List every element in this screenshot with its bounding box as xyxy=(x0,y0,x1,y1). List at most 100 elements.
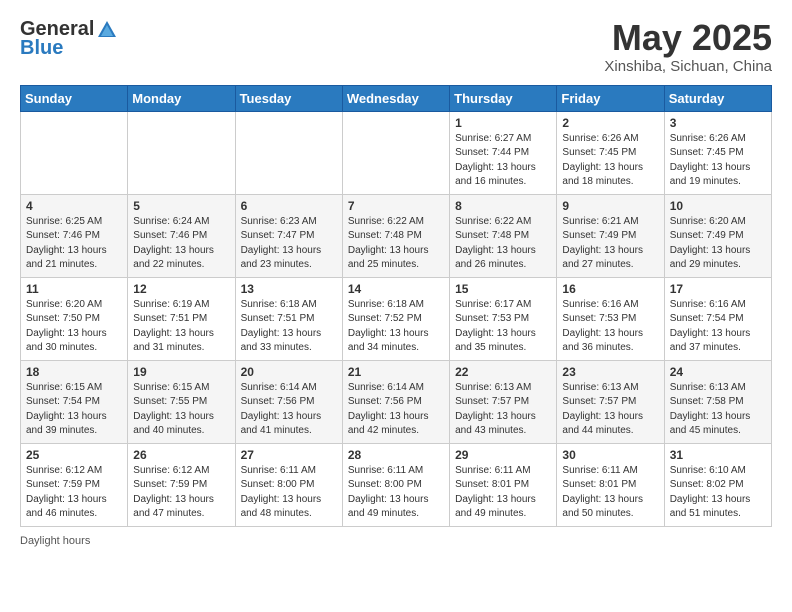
page: General Blue May 2025 Xinshiba, Sichuan,… xyxy=(0,0,792,612)
weekday-sunday: Sunday xyxy=(21,85,128,111)
day-info: Sunrise: 6:26 AM Sunset: 7:45 PM Dayligh… xyxy=(562,132,658,190)
day-info: Sunrise: 6:10 AM Sunset: 8:02 PM Dayligh… xyxy=(670,464,766,522)
day-number: 26 xyxy=(133,448,229,462)
day-info: Sunrise: 6:22 AM Sunset: 7:48 PM Dayligh… xyxy=(348,215,444,273)
day-info: Sunrise: 6:13 AM Sunset: 7:57 PM Dayligh… xyxy=(562,381,658,439)
day-number: 10 xyxy=(670,199,766,213)
day-number: 14 xyxy=(348,282,444,296)
calendar-week-5: 25 Sunrise: 6:12 AM Sunset: 7:59 PM Dayli… xyxy=(21,443,772,526)
calendar-cell: 6 Sunrise: 6:23 AM Sunset: 7:47 PM Daylig… xyxy=(235,194,342,277)
day-number: 27 xyxy=(241,448,337,462)
day-info: Sunrise: 6:25 AM Sunset: 7:46 PM Dayligh… xyxy=(26,215,122,273)
day-number: 4 xyxy=(26,199,122,213)
calendar-cell xyxy=(21,111,128,194)
day-number: 3 xyxy=(670,116,766,130)
day-number: 16 xyxy=(562,282,658,296)
day-number: 23 xyxy=(562,365,658,379)
calendar-cell: 22Sunrise: 6:13 AM Sunset: 7:57 PM Dayli… xyxy=(450,360,557,443)
day-info: Sunrise: 6:12 AM Sunset: 7:59 PM Dayligh… xyxy=(133,464,229,522)
weekday-tuesday: Tuesday xyxy=(235,85,342,111)
day-number: 30 xyxy=(562,448,658,462)
day-info: Sunrise: 6:20 AM Sunset: 7:50 PM Dayligh… xyxy=(26,298,122,356)
daylight-label: Daylight hours xyxy=(20,535,90,547)
calendar-week-3: 11 Sunrise: 6:20 AM Sunset: 7:50 PM Dayli… xyxy=(21,277,772,360)
day-number: 5 xyxy=(133,199,229,213)
weekday-friday: Friday xyxy=(557,85,664,111)
calendar-cell: 27 Sunrise: 6:11 AM Sunset: 8:00 PM Dayli… xyxy=(235,443,342,526)
calendar-cell: 26 Sunrise: 6:12 AM Sunset: 7:59 PM Dayli… xyxy=(128,443,235,526)
day-info: Sunrise: 6:18 AM Sunset: 7:51 PM Dayligh… xyxy=(241,298,337,356)
calendar-cell xyxy=(342,111,449,194)
calendar-cell xyxy=(235,111,342,194)
day-info: Sunrise: 6:11 AM Sunset: 8:00 PM Dayligh… xyxy=(241,464,337,522)
day-info: Sunrise: 6:20 AM Sunset: 7:49 PM Dayligh… xyxy=(670,215,766,273)
day-number: 25 xyxy=(26,448,122,462)
day-number: 22 xyxy=(455,365,551,379)
calendar-cell: 16 Sunrise: 6:16 AM Sunset: 7:53 PM Dayli… xyxy=(557,277,664,360)
day-info: Sunrise: 6:14 AM Sunset: 7:56 PM Dayligh… xyxy=(241,381,337,439)
logo: General Blue xyxy=(20,18,118,60)
calendar-cell: 11 Sunrise: 6:20 AM Sunset: 7:50 PM Dayli… xyxy=(21,277,128,360)
calendar-cell: 5 Sunrise: 6:24 AM Sunset: 7:46 PM Daylig… xyxy=(128,194,235,277)
day-info: Sunrise: 6:15 AM Sunset: 7:54 PM Dayligh… xyxy=(26,381,122,439)
calendar-cell: 12Sunrise: 6:19 AM Sunset: 7:51 PM Dayli… xyxy=(128,277,235,360)
day-number: 29 xyxy=(455,448,551,462)
day-number: 7 xyxy=(348,199,444,213)
weekday-saturday: Saturday xyxy=(664,85,771,111)
day-info: Sunrise: 6:15 AM Sunset: 7:55 PM Dayligh… xyxy=(133,381,229,439)
calendar-cell: 20 Sunrise: 6:14 AM Sunset: 7:56 PM Dayli… xyxy=(235,360,342,443)
day-info: Sunrise: 6:18 AM Sunset: 7:52 PM Dayligh… xyxy=(348,298,444,356)
day-info: Sunrise: 6:24 AM Sunset: 7:46 PM Dayligh… xyxy=(133,215,229,273)
calendar-week-1: 1 Sunrise: 6:27 AM Sunset: 7:44 PM Daylig… xyxy=(21,111,772,194)
day-number: 12 xyxy=(133,282,229,296)
calendar-cell: 28 Sunrise: 6:11 AM Sunset: 8:00 PM Dayli… xyxy=(342,443,449,526)
day-info: Sunrise: 6:21 AM Sunset: 7:49 PM Dayligh… xyxy=(562,215,658,273)
calendar-cell: 23 Sunrise: 6:13 AM Sunset: 7:57 PM Dayli… xyxy=(557,360,664,443)
day-info: Sunrise: 6:27 AM Sunset: 7:44 PM Dayligh… xyxy=(455,132,551,190)
day-number: 17 xyxy=(670,282,766,296)
location: Xinshiba, Sichuan, China xyxy=(604,58,772,75)
day-number: 2 xyxy=(562,116,658,130)
day-info: Sunrise: 6:16 AM Sunset: 7:54 PM Dayligh… xyxy=(670,298,766,356)
calendar-cell: 21Sunrise: 6:14 AM Sunset: 7:56 PM Dayli… xyxy=(342,360,449,443)
day-info: Sunrise: 6:16 AM Sunset: 7:53 PM Dayligh… xyxy=(562,298,658,356)
day-number: 20 xyxy=(241,365,337,379)
calendar-cell: 24Sunrise: 6:13 AM Sunset: 7:58 PM Dayli… xyxy=(664,360,771,443)
day-number: 21 xyxy=(348,365,444,379)
day-info: Sunrise: 6:22 AM Sunset: 7:48 PM Dayligh… xyxy=(455,215,551,273)
calendar-cell: 18 Sunrise: 6:15 AM Sunset: 7:54 PM Dayli… xyxy=(21,360,128,443)
calendar-cell: 2 Sunrise: 6:26 AM Sunset: 7:45 PM Daylig… xyxy=(557,111,664,194)
calendar-cell: 7 Sunrise: 6:22 AM Sunset: 7:48 PM Daylig… xyxy=(342,194,449,277)
day-number: 6 xyxy=(241,199,337,213)
day-info: Sunrise: 6:26 AM Sunset: 7:45 PM Dayligh… xyxy=(670,132,766,190)
day-number: 8 xyxy=(455,199,551,213)
day-number: 15 xyxy=(455,282,551,296)
day-info: Sunrise: 6:11 AM Sunset: 8:01 PM Dayligh… xyxy=(562,464,658,522)
day-number: 18 xyxy=(26,365,122,379)
calendar-cell: 3 Sunrise: 6:26 AM Sunset: 7:45 PM Daylig… xyxy=(664,111,771,194)
day-number: 11 xyxy=(26,282,122,296)
calendar-cell: 19Sunrise: 6:15 AM Sunset: 7:55 PM Dayli… xyxy=(128,360,235,443)
month-title: May 2025 xyxy=(604,18,772,58)
day-info: Sunrise: 6:11 AM Sunset: 8:01 PM Dayligh… xyxy=(455,464,551,522)
calendar-cell: 9Sunrise: 6:21 AM Sunset: 7:49 PM Daylig… xyxy=(557,194,664,277)
weekday-thursday: Thursday xyxy=(450,85,557,111)
weekday-header-row: SundayMondayTuesdayWednesdayThursdayFrid… xyxy=(21,85,772,111)
header: General Blue May 2025 Xinshiba, Sichuan,… xyxy=(20,18,772,75)
day-info: Sunrise: 6:17 AM Sunset: 7:53 PM Dayligh… xyxy=(455,298,551,356)
calendar-cell: 14 Sunrise: 6:18 AM Sunset: 7:52 PM Dayli… xyxy=(342,277,449,360)
day-number: 28 xyxy=(348,448,444,462)
day-number: 1 xyxy=(455,116,551,130)
calendar-cell xyxy=(128,111,235,194)
calendar-week-4: 18 Sunrise: 6:15 AM Sunset: 7:54 PM Dayli… xyxy=(21,360,772,443)
calendar-cell: 25Sunrise: 6:12 AM Sunset: 7:59 PM Dayli… xyxy=(21,443,128,526)
calendar-cell: 30 Sunrise: 6:11 AM Sunset: 8:01 PM Dayli… xyxy=(557,443,664,526)
day-number: 24 xyxy=(670,365,766,379)
calendar: SundayMondayTuesdayWednesdayThursdayFrid… xyxy=(20,85,772,527)
day-info: Sunrise: 6:23 AM Sunset: 7:47 PM Dayligh… xyxy=(241,215,337,273)
day-number: 13 xyxy=(241,282,337,296)
calendar-cell: 8 Sunrise: 6:22 AM Sunset: 7:48 PM Daylig… xyxy=(450,194,557,277)
calendar-cell: 17 Sunrise: 6:16 AM Sunset: 7:54 PM Dayli… xyxy=(664,277,771,360)
day-info: Sunrise: 6:11 AM Sunset: 8:00 PM Dayligh… xyxy=(348,464,444,522)
calendar-cell: 13 Sunrise: 6:18 AM Sunset: 7:51 PM Dayli… xyxy=(235,277,342,360)
